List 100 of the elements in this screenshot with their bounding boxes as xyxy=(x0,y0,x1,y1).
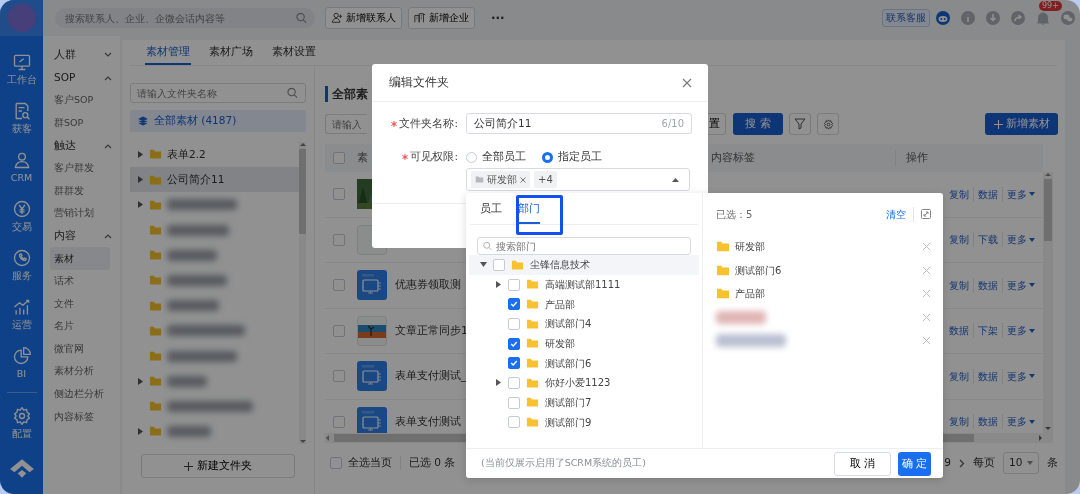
page-number[interactable]: 9 xyxy=(944,455,951,471)
tab[interactable]: 素材设置 xyxy=(271,40,317,65)
remove-icon[interactable] xyxy=(922,336,931,346)
action-link[interactable]: 复制 xyxy=(945,277,973,293)
menu-item[interactable]: 客户SOP xyxy=(43,89,120,112)
nav-item[interactable]: 服务 xyxy=(0,241,43,290)
checkbox-label[interactable]: 全选当页 xyxy=(348,455,392,471)
chat-icon[interactable] xyxy=(1060,10,1076,26)
menu-group[interactable]: SOP xyxy=(43,66,120,90)
checkbox[interactable] xyxy=(333,370,345,383)
text-field[interactable]: 公司简介11 6/10 xyxy=(466,113,692,134)
remove-icon[interactable] xyxy=(922,265,931,275)
new-folder-button[interactable]: 新建文件夹 xyxy=(141,454,295,478)
action-link[interactable]: 数据 xyxy=(973,414,1002,430)
expand-icon[interactable] xyxy=(921,209,931,219)
checkbox[interactable] xyxy=(333,152,345,164)
scrollbar[interactable] xyxy=(299,142,306,444)
action-link[interactable]: 更多 xyxy=(1002,414,1039,430)
menu-item[interactable]: 客户群发 xyxy=(43,156,120,180)
nav-item[interactable]: 运营 xyxy=(0,290,43,339)
menu-group[interactable]: 人群 xyxy=(43,44,120,67)
filter-button[interactable] xyxy=(789,113,811,135)
tree-node[interactable]: 测试部门6 xyxy=(466,353,702,374)
action-link[interactable]: 更多 xyxy=(1002,368,1039,384)
menu-item[interactable]: 侧边栏分析 xyxy=(43,382,120,406)
radio-option[interactable]: 指定员工 xyxy=(542,149,602,165)
folder-row[interactable]: 公司简介11 xyxy=(130,167,299,193)
action-link[interactable]: 复制 xyxy=(945,232,973,248)
checkbox[interactable] xyxy=(508,317,520,330)
action-link[interactable]: 复制 xyxy=(945,414,973,430)
checkbox[interactable] xyxy=(333,415,345,428)
remove-icon[interactable] xyxy=(922,312,931,322)
scroll-thumb[interactable] xyxy=(299,149,306,234)
remove-icon[interactable] xyxy=(922,289,931,299)
checkbox[interactable] xyxy=(330,457,342,469)
checkbox[interactable] xyxy=(508,357,520,370)
nav-item[interactable]: 获客 xyxy=(0,94,43,143)
tree-node[interactable]: 你好小爱1123 xyxy=(466,373,702,393)
action-link[interactable]: 复制 xyxy=(945,186,973,202)
checkbox[interactable] xyxy=(508,376,520,389)
tree-node[interactable]: 尘锋信息技术 xyxy=(469,255,699,275)
checkbox[interactable] xyxy=(508,298,520,311)
tree-node[interactable]: 测试部门7 xyxy=(466,392,702,413)
checkbox[interactable] xyxy=(508,337,520,350)
menu-item[interactable]: 素材分析 xyxy=(43,360,120,383)
folder-item[interactable]: 全部素材 (4187) xyxy=(130,110,306,132)
menu-item[interactable]: 群群发 xyxy=(43,179,120,203)
nav-item[interactable]: 交易 xyxy=(0,192,43,241)
checkbox[interactable] xyxy=(333,233,345,246)
tree-node[interactable]: 测试部门4 xyxy=(466,314,702,334)
radio-button[interactable] xyxy=(542,151,553,163)
share-icon[interactable] xyxy=(1010,10,1026,26)
action-link[interactable]: 数据 xyxy=(973,186,1002,202)
cancel-button[interactable]: 取 消 xyxy=(834,451,891,476)
menu-item[interactable]: 内容标签 xyxy=(43,405,120,429)
confirm-button[interactable]: 确 定 xyxy=(898,451,931,476)
checkbox[interactable] xyxy=(493,258,505,271)
info-icon[interactable] xyxy=(960,10,976,26)
action-link[interactable]: 更多 xyxy=(1002,232,1039,248)
material-title[interactable]: 优惠券领取测 xyxy=(395,277,461,294)
checkbox[interactable] xyxy=(333,324,345,337)
nav-item[interactable]: 配置 xyxy=(0,399,43,448)
menu-item[interactable]: 营销计划 xyxy=(43,202,120,225)
toolbar-button[interactable]: 新增企业 xyxy=(408,7,475,29)
action-link[interactable]: 更多 xyxy=(1002,323,1039,339)
menu-item[interactable]: 话术 xyxy=(43,269,120,293)
search-button[interactable]: 搜 索 xyxy=(733,113,783,135)
tab[interactable]: 素材广场 xyxy=(208,40,254,65)
search-field[interactable]: 搜索联系人、企业、企微会话内容等 xyxy=(55,8,315,28)
select-field[interactable]: 研发部 +4 xyxy=(466,168,690,191)
action-link[interactable]: 复制 xyxy=(945,368,973,384)
tree-node[interactable]: 高端测试部1111 xyxy=(466,274,702,295)
checkbox[interactable] xyxy=(333,188,345,201)
tree-node[interactable]: 测试部门9 xyxy=(466,412,702,433)
clear-link[interactable]: 清空 xyxy=(886,206,914,222)
search-field[interactable]: 请输入 xyxy=(325,114,367,134)
checkbox[interactable] xyxy=(508,396,520,409)
action-link[interactable]: 更多 xyxy=(1002,277,1039,293)
material-title[interactable]: 表单支付测试 xyxy=(395,413,461,430)
checkbox[interactable] xyxy=(508,416,520,429)
action-link[interactable]: 数据 xyxy=(973,277,1002,293)
checkbox[interactable] xyxy=(508,278,520,291)
more-button[interactable]: ··· xyxy=(491,9,505,27)
tab[interactable]: 员工 xyxy=(480,193,502,224)
scroll-thumb[interactable] xyxy=(1044,179,1052,241)
support-tag[interactable]: 联系客服 xyxy=(882,8,930,28)
nav-item[interactable]: BI xyxy=(0,339,43,388)
search-field[interactable]: 请输入文件夹名称 xyxy=(130,83,306,103)
scrollbar[interactable] xyxy=(1043,172,1053,443)
settings-button[interactable] xyxy=(817,113,839,135)
menu-item[interactable]: 群SOP xyxy=(43,111,120,135)
folder-name[interactable]: 公司简介11 xyxy=(167,171,225,188)
toolbar-button[interactable]: 新增联系人 xyxy=(325,7,402,29)
checkbox[interactable] xyxy=(333,279,345,292)
avatar[interactable] xyxy=(7,4,36,32)
action-link[interactable]: 更多 xyxy=(1002,186,1039,202)
close-icon[interactable] xyxy=(682,77,692,88)
menu-group[interactable]: 触达 xyxy=(43,134,120,157)
remove-icon[interactable] xyxy=(922,242,931,252)
nav-item[interactable]: CRM xyxy=(0,143,43,192)
